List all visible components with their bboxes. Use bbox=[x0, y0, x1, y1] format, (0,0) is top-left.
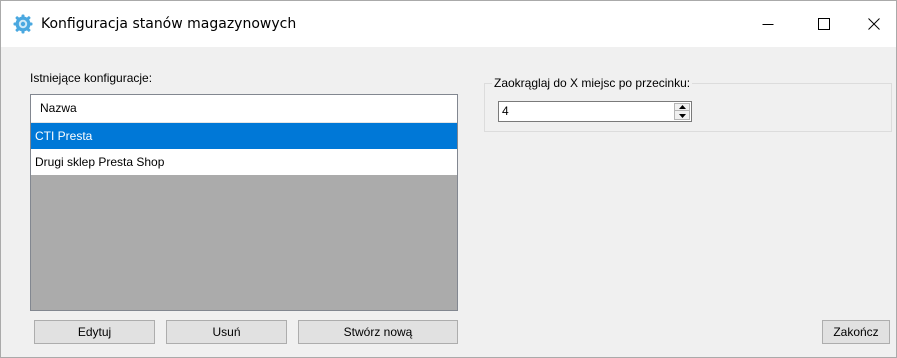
spin-up-button[interactable] bbox=[675, 104, 689, 111]
close-icon bbox=[868, 18, 880, 30]
rounding-group-label: Zaokrąglaj do X miejsc po przecinku: bbox=[492, 76, 693, 90]
spin-down-button[interactable] bbox=[675, 112, 689, 119]
configs-label: Istniejące konfiguracje: bbox=[30, 71, 153, 85]
arrow-up-icon bbox=[678, 105, 686, 109]
close-button[interactable] bbox=[851, 1, 897, 47]
title-bar[interactable]: Konfiguracja stanów magazynowych bbox=[1, 1, 896, 47]
listview-header: Nazwa bbox=[31, 95, 457, 123]
minimize-button[interactable] bbox=[745, 1, 791, 47]
config-window: Konfiguracja stanów magazynowych Istniej… bbox=[0, 0, 897, 358]
list-item[interactable]: CTI Presta bbox=[31, 123, 457, 149]
window-title: Konfiguracja stanów magazynowych bbox=[41, 16, 297, 32]
decimal-places-value[interactable]: 4 bbox=[502, 104, 509, 119]
maximize-button[interactable] bbox=[801, 1, 847, 47]
gear-cog-icon bbox=[13, 14, 33, 34]
list-item[interactable]: Drugi sklep Presta Shop bbox=[31, 149, 457, 175]
maximize-icon bbox=[818, 18, 830, 30]
column-header-name[interactable]: Nazwa bbox=[31, 95, 77, 122]
arrow-down-icon bbox=[678, 113, 686, 118]
edit-button[interactable]: Edytuj bbox=[34, 320, 155, 344]
spin-buttons bbox=[674, 103, 690, 120]
create-new-button[interactable]: Stwórz nową bbox=[298, 320, 458, 344]
decimal-places-stepper[interactable]: 4 bbox=[498, 101, 692, 122]
delete-button[interactable]: Usuń bbox=[166, 320, 287, 344]
configs-listview[interactable]: Nazwa CTI Presta Drugi sklep Presta Shop bbox=[30, 94, 458, 311]
minimize-icon bbox=[762, 24, 774, 25]
finish-button[interactable]: Zakończ bbox=[822, 320, 890, 344]
